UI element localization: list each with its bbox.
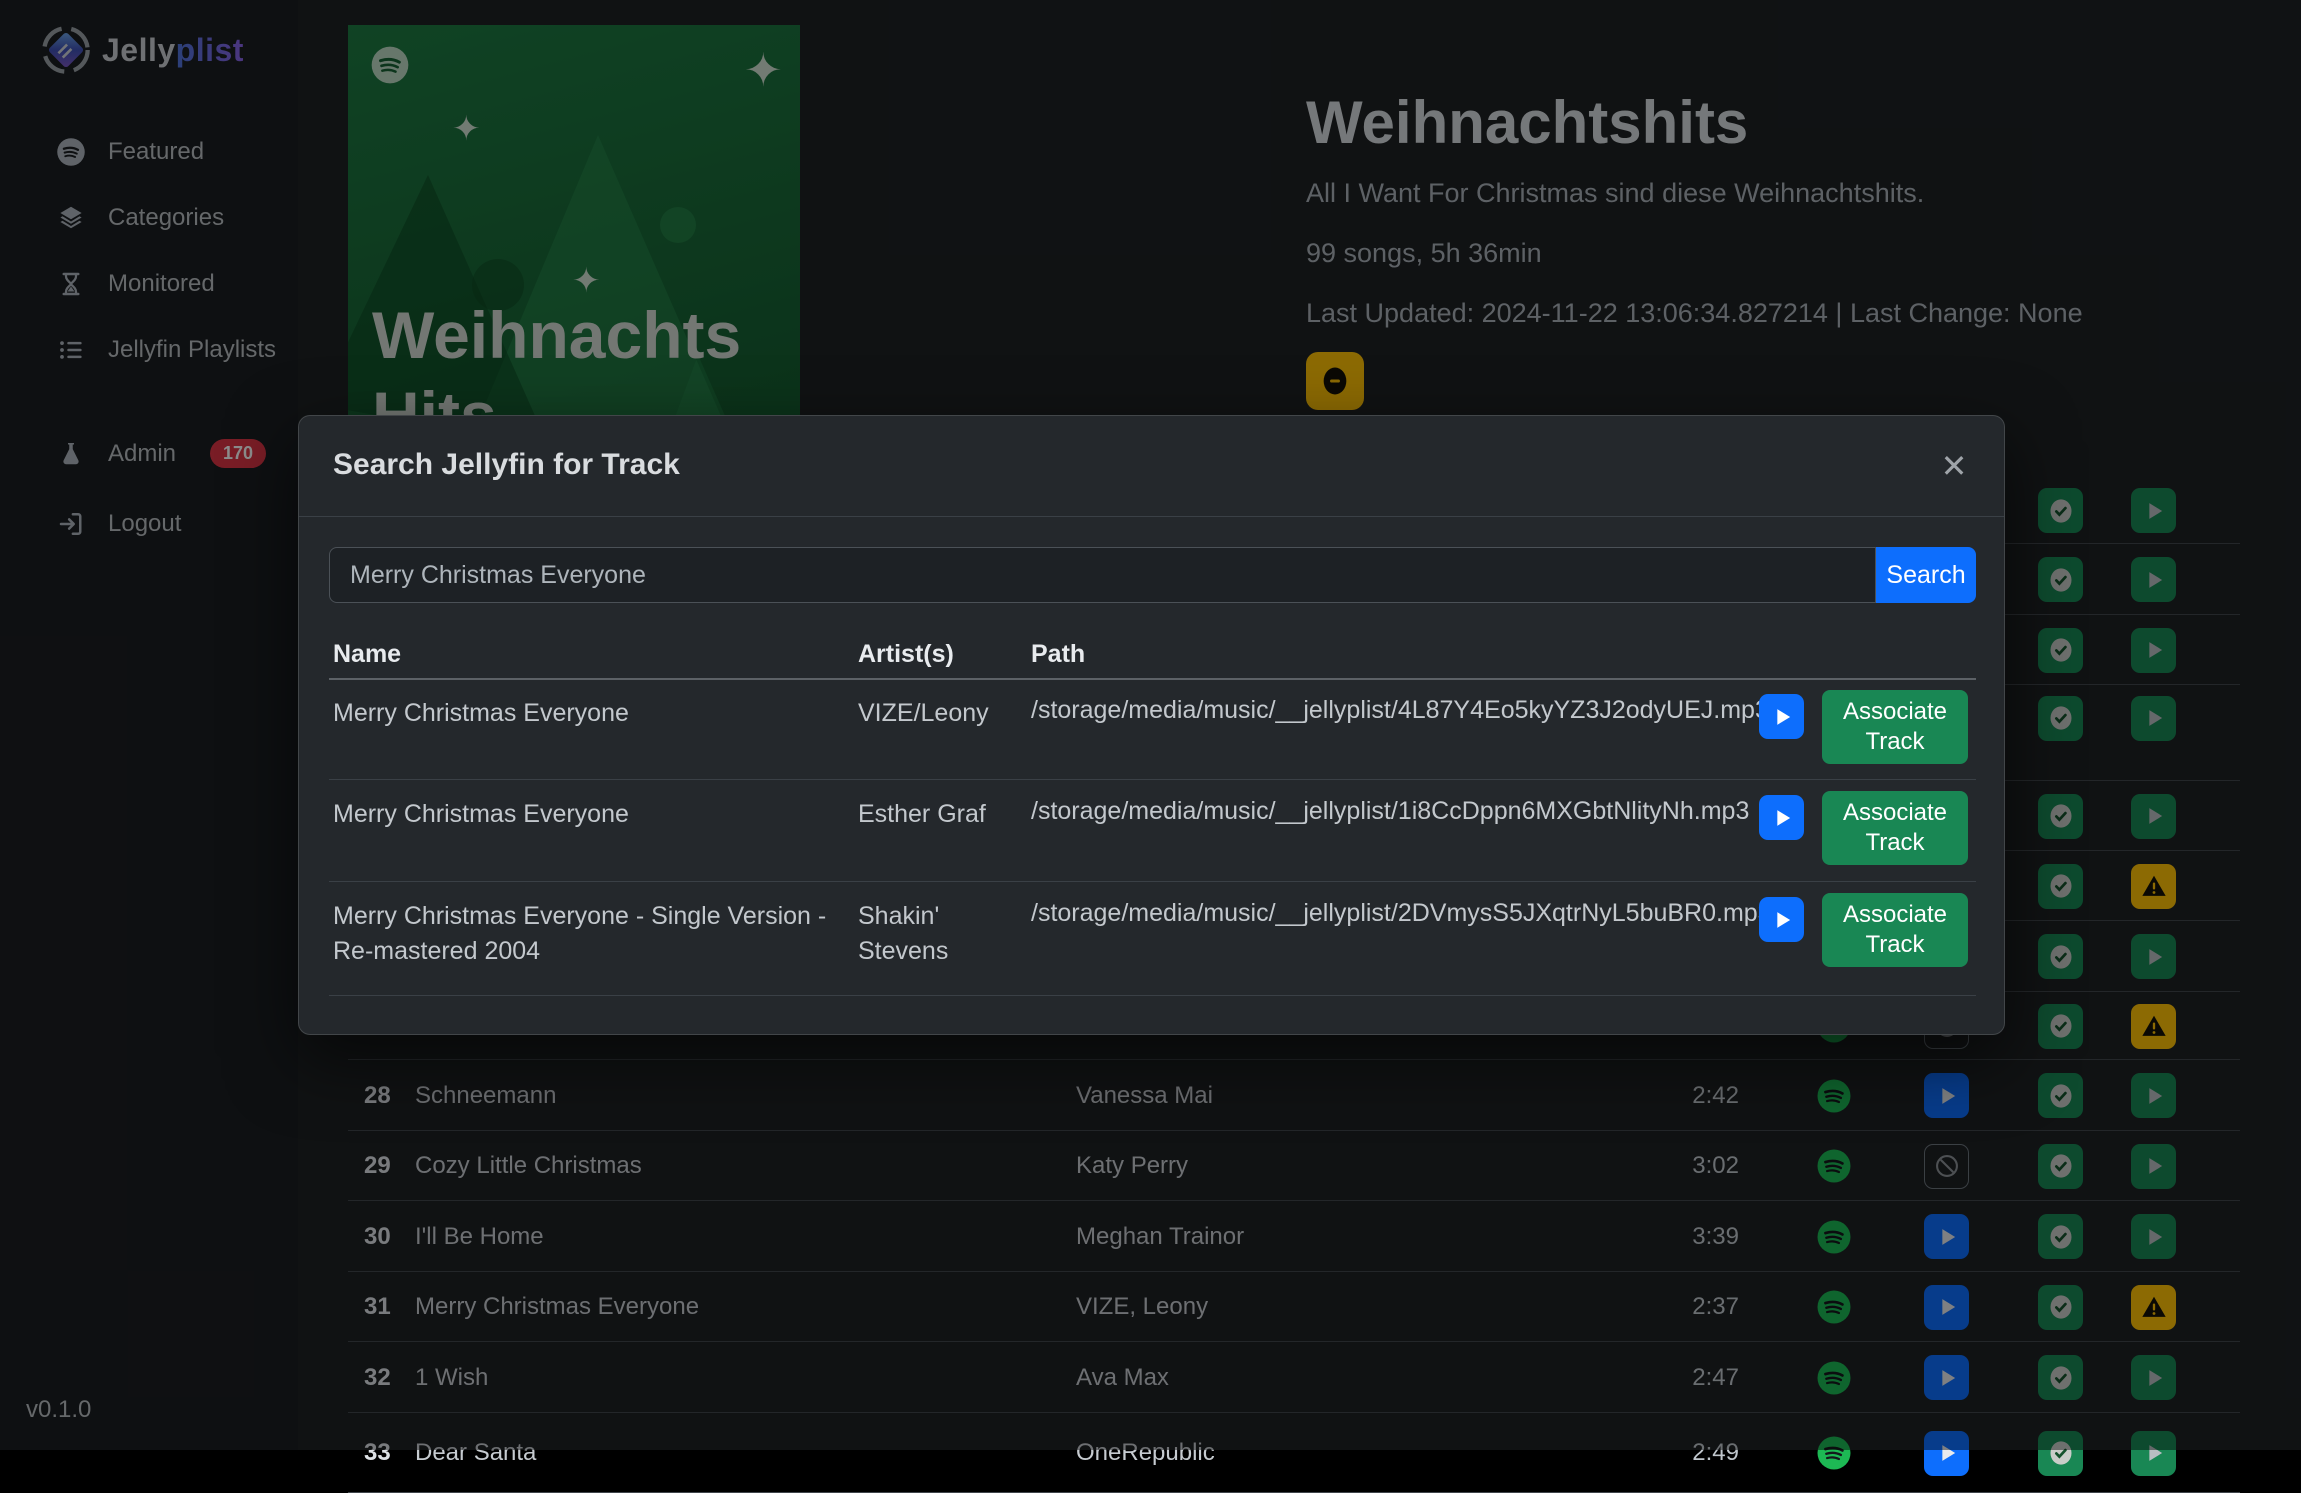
column-header-path: Path — [1031, 640, 1085, 669]
result-name: Merry Christmas Everyone - Single Versio… — [333, 899, 843, 969]
preview-play-button[interactable] — [1759, 897, 1804, 942]
search-jellyfin-modal: Search Jellyfin for Track ✕ Search Name … — [298, 415, 2005, 1035]
play-icon — [1768, 804, 1796, 832]
result-artist: Shakin' Stevens — [858, 899, 1008, 969]
result-path: /storage/media/music/__jellyplist/2DVmys… — [1031, 899, 1771, 928]
search-input[interactable] — [329, 547, 1876, 603]
column-header-name: Name — [333, 640, 401, 669]
result-path: /storage/media/music/__jellyplist/4L87Y4… — [1031, 696, 1771, 725]
search-result-row: Merry Christmas Everyone - Single Versio… — [329, 882, 1976, 996]
search-result-row: Merry Christmas Everyone Esther Graf /st… — [329, 780, 1976, 882]
search-result-row: Merry Christmas Everyone VIZE/Leony /sto… — [329, 679, 1976, 780]
result-artist: VIZE/Leony — [858, 696, 1008, 731]
preview-play-button[interactable] — [1759, 795, 1804, 840]
play-icon — [1768, 703, 1796, 731]
close-icon[interactable]: ✕ — [1934, 446, 1974, 486]
associate-track-button[interactable]: Associate Track — [1822, 791, 1968, 865]
play-icon — [1768, 906, 1796, 934]
result-artist: Esther Graf — [858, 797, 1008, 832]
column-header-artist: Artist(s) — [858, 640, 954, 669]
associate-track-button[interactable]: Associate Track — [1822, 893, 1968, 967]
modal-title: Search Jellyfin for Track — [333, 448, 680, 482]
app-root: Jellyplist Featured Categories Monitored… — [0, 0, 2301, 1450]
preview-play-button[interactable] — [1759, 694, 1804, 739]
search-button[interactable]: Search — [1876, 547, 1976, 603]
modal-header: Search Jellyfin for Track ✕ — [299, 416, 2004, 517]
result-path: /storage/media/music/__jellyplist/1i8CcD… — [1031, 797, 1771, 826]
result-name: Merry Christmas Everyone — [333, 797, 843, 832]
result-name: Merry Christmas Everyone — [333, 696, 843, 731]
associate-track-button[interactable]: Associate Track — [1822, 690, 1968, 764]
